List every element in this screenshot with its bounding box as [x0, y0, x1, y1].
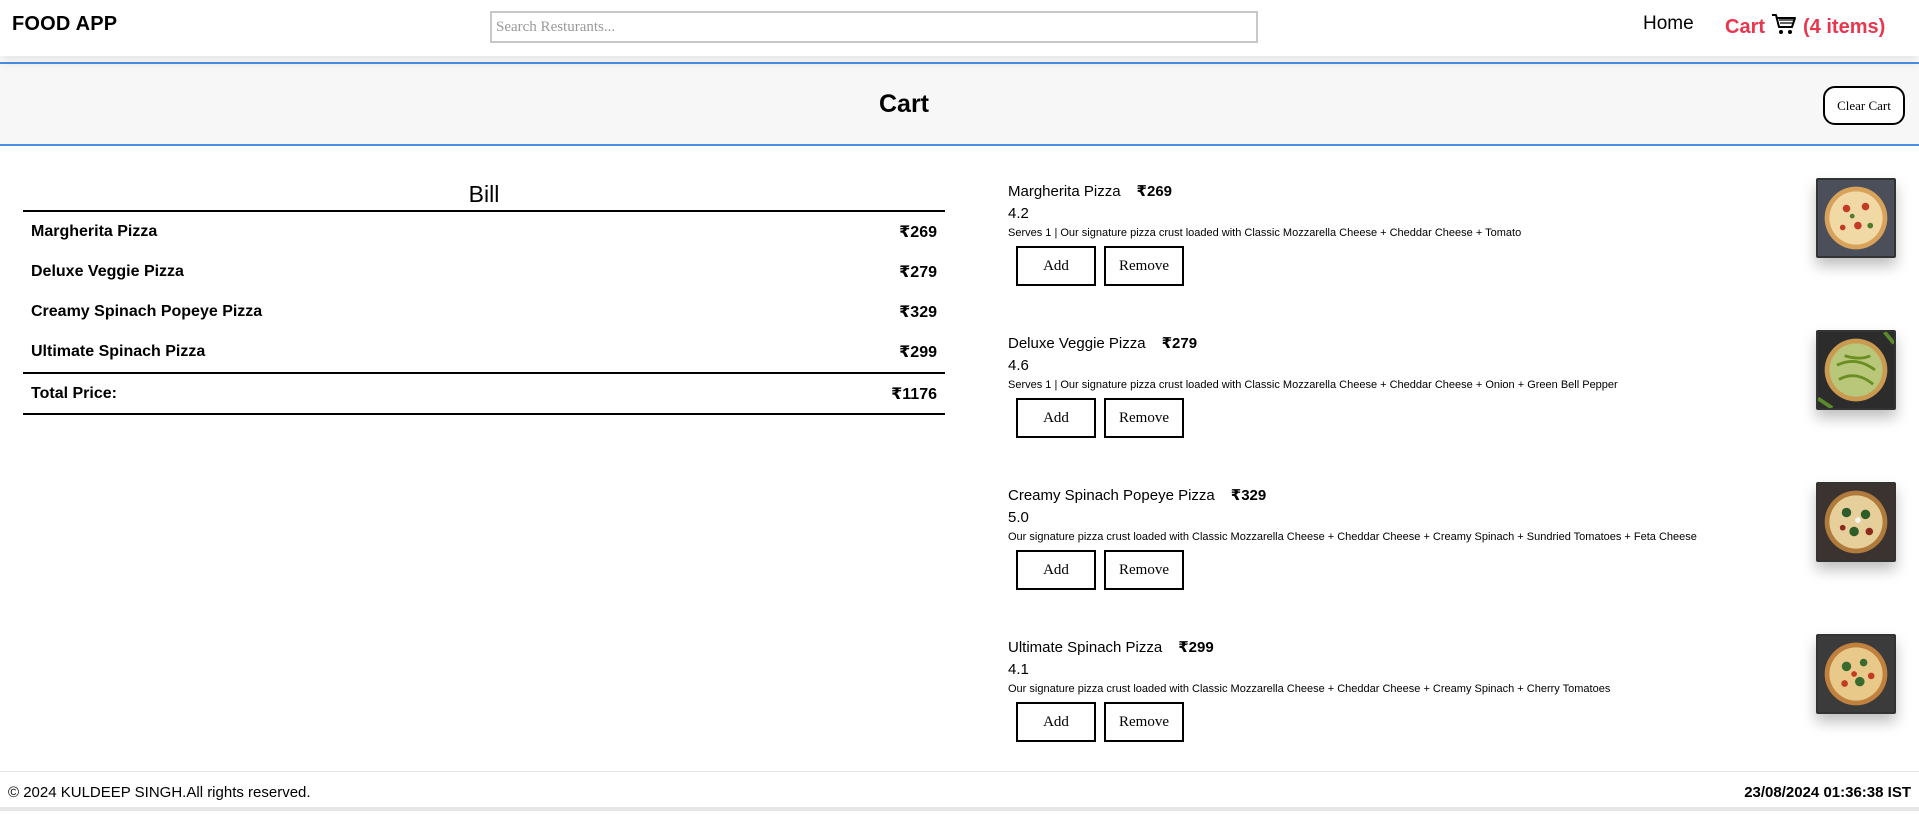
- item-rating: 5.0: [1008, 509, 1029, 526]
- item-description: Serves 1 | Our signature pizza crust loa…: [1008, 227, 1522, 239]
- copyright-text: © 2024 KULDEEP SINGH.All rights reserved…: [8, 784, 311, 801]
- bill-item-price: ₹279: [899, 264, 937, 281]
- total-label: Total Price:: [31, 384, 117, 402]
- bill-item-name: Deluxe Veggie Pizza: [31, 263, 184, 280]
- clear-cart-button[interactable]: Clear Cart: [1823, 86, 1905, 125]
- add-button[interactable]: Add: [1016, 702, 1096, 742]
- bill-row: Ultimate Spinach Pizza ₹299: [23, 332, 945, 372]
- cart-item: Ultimate Spinach Pizza ₹299 4.1 Our sign…: [1008, 632, 1898, 784]
- app-logo[interactable]: FOOD APP: [12, 13, 117, 36]
- bill-title: Bill: [23, 180, 945, 212]
- item-rating: 4.2: [1008, 205, 1029, 222]
- cart-item: Creamy Spinach Popeye Pizza ₹329 5.0 Our…: [1008, 480, 1898, 632]
- item-price: ₹269: [1136, 183, 1173, 200]
- add-button[interactable]: Add: [1016, 246, 1096, 286]
- page-title: Cart: [878, 90, 929, 118]
- bill-total-row: Total Price: ₹1176: [23, 372, 945, 415]
- remove-button[interactable]: Remove: [1104, 398, 1184, 438]
- margherita-pizza-image: [1816, 178, 1896, 258]
- search-input[interactable]: [490, 11, 1258, 43]
- cart-items-list: Margherita Pizza ₹269 4.2 Serves 1 | Our…: [1008, 176, 1898, 784]
- bill-item-name: Margherita Pizza: [31, 223, 158, 240]
- item-name: Ultimate Spinach Pizza: [1008, 639, 1163, 656]
- remove-button[interactable]: Remove: [1104, 246, 1184, 286]
- bill-row: Creamy Spinach Popeye Pizza ₹329: [23, 292, 945, 332]
- bill-item-name: Creamy Spinach Popeye Pizza: [31, 303, 263, 320]
- nav-home-link[interactable]: Home: [1643, 13, 1694, 35]
- item-description: Our signature pizza crust loaded with Cl…: [1008, 531, 1697, 543]
- item-price: ₹299: [1178, 639, 1214, 656]
- bill-row: Margherita Pizza ₹269: [23, 212, 945, 252]
- total-value: ₹1176: [891, 385, 937, 403]
- remove-button[interactable]: Remove: [1104, 550, 1184, 590]
- item-name: Creamy Spinach Popeye Pizza: [1008, 487, 1215, 504]
- cart-item: Deluxe Veggie Pizza ₹279 4.6 Serves 1 | …: [1008, 328, 1898, 480]
- cart-item: Margherita Pizza ₹269 4.2 Serves 1 | Our…: [1008, 176, 1898, 328]
- cart-title-bar: Cart Clear Cart: [0, 62, 1919, 146]
- deluxe-veggie-pizza-image: [1816, 330, 1896, 410]
- bill-row: Deluxe Veggie Pizza ₹279: [23, 252, 945, 292]
- creamy-spinach-pizza-image: [1816, 482, 1896, 562]
- item-description: Serves 1 | Our signature pizza crust loa…: [1008, 379, 1618, 391]
- ultimate-spinach-pizza-image: [1816, 634, 1896, 714]
- bill-item-price: ₹269: [899, 224, 937, 241]
- item-rating: 4.1: [1008, 661, 1029, 678]
- remove-button[interactable]: Remove: [1104, 702, 1184, 742]
- item-price: ₹279: [1161, 335, 1198, 352]
- nav-cart-link[interactable]: Cart (4 items): [1725, 12, 1885, 42]
- item-price: ₹329: [1230, 487, 1267, 504]
- add-button[interactable]: Add: [1016, 550, 1096, 590]
- cart-label: Cart: [1725, 15, 1766, 38]
- bill-item-name: Ultimate Spinach Pizza: [31, 343, 206, 360]
- add-button[interactable]: Add: [1016, 398, 1096, 438]
- item-description: Our signature pizza crust loaded with Cl…: [1008, 683, 1611, 695]
- bill-item-price: ₹329: [899, 304, 937, 321]
- footer-timestamp: 23/08/2024 01:36:38 IST: [1744, 784, 1911, 801]
- item-rating: 4.6: [1008, 357, 1029, 374]
- item-name: Margherita Pizza: [1008, 183, 1121, 200]
- shopping-cart-icon: [1771, 12, 1797, 42]
- bill-item-price: ₹299: [899, 344, 937, 361]
- cart-count-badge: (4 items): [1803, 15, 1886, 38]
- page-footer: © 2024 KULDEEP SINGH.All rights reserved…: [0, 771, 1919, 811]
- app-header: FOOD APP Home Cart (4 items): [0, 0, 1919, 56]
- item-name: Deluxe Veggie Pizza: [1008, 335, 1146, 352]
- bill-summary: Bill Margherita Pizza ₹269 Deluxe Veggie…: [23, 180, 945, 415]
